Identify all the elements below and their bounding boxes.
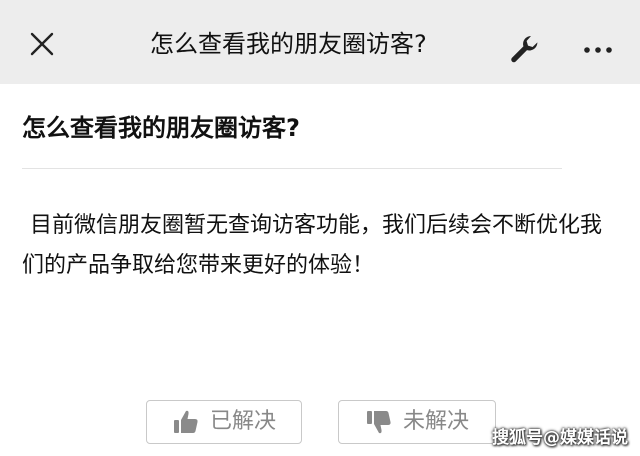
more-dots-icon	[584, 47, 612, 53]
close-icon	[30, 32, 54, 56]
solved-button[interactable]: 已解决	[146, 400, 302, 444]
question-heading: 怎么查看我的朋友圈访客?	[22, 114, 300, 142]
title-bar: 怎么查看我的朋友圈访客?	[0, 0, 640, 84]
watermark: 搜狐号@媒媒话说	[492, 428, 628, 448]
page-title: 怎么查看我的朋友圈访客?	[150, 30, 427, 58]
unsolved-label: 未解决	[402, 409, 469, 434]
answer-text: 目前微信朋友圈暂无查询访客功能，我们后续会不断优化我们的产品争取给您带来更好的体…	[22, 213, 603, 278]
close-button[interactable]	[22, 24, 62, 64]
thumbs-down-icon	[365, 408, 393, 436]
thumbs-up-icon	[172, 408, 200, 436]
unsolved-button[interactable]: 未解决	[338, 400, 496, 444]
divider	[22, 168, 562, 169]
wrench-icon	[511, 36, 538, 63]
more-button[interactable]	[578, 30, 618, 70]
solved-label: 已解决	[209, 409, 276, 434]
tools-button[interactable]	[505, 30, 545, 70]
